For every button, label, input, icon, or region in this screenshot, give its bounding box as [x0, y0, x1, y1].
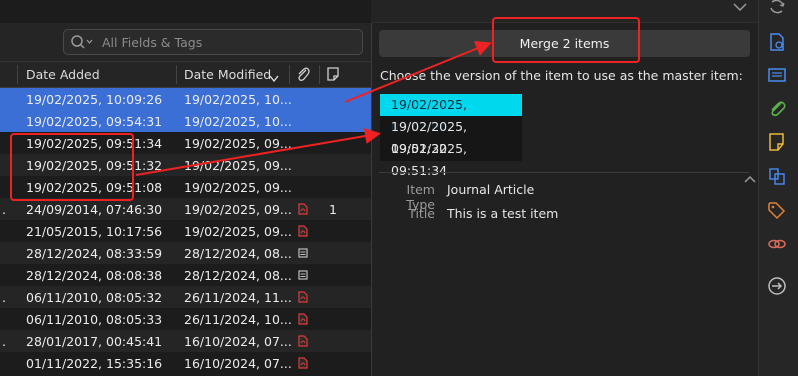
- column-date-modified[interactable]: Date Modified: [184, 67, 271, 82]
- search-placeholder: All Fields & Tags: [102, 35, 203, 50]
- item-pane-sidenav: [758, 0, 798, 376]
- pdf-icon[interactable]: [298, 313, 308, 325]
- cell-date-added: 28/01/2017, 00:45:41: [26, 334, 163, 349]
- column-separator: [289, 65, 290, 84]
- notes-icon[interactable]: [766, 131, 788, 153]
- cell-date-modified: 19/02/2025, 09...: [184, 136, 292, 151]
- cell-date-added: 06/11/2010, 08:05:32: [26, 290, 163, 305]
- snapshot-icon[interactable]: [298, 269, 308, 281]
- attachments-icon[interactable]: [766, 98, 788, 120]
- chevron-down-icon[interactable]: [733, 0, 747, 12]
- version-list[interactable]: 19/02/2025, 09:51:08 19/02/2025, 09:51:32…: [380, 94, 522, 178]
- search-icon: [70, 34, 93, 50]
- column-header: Date Added Date Modified: [0, 62, 371, 88]
- version-option[interactable]: 19/02/2025, 09:51:32: [380, 116, 522, 156]
- cell-date-modified: 26/11/2024, 10...: [184, 312, 292, 327]
- table-row[interactable]: . 24/09/2014, 07:46:30 19/02/2025, 09... 1: [0, 198, 371, 220]
- cell-date-modified: 19/02/2025, 10...: [184, 114, 292, 129]
- row-leading-text: .: [2, 334, 6, 349]
- table-row[interactable]: 19/02/2025, 09:54:31 19/02/2025, 10...: [0, 110, 371, 132]
- pdf-icon[interactable]: [298, 225, 308, 237]
- cell-date-added: 19/02/2025, 09:54:31: [26, 114, 163, 129]
- cell-date-modified: 16/10/2024, 07...: [184, 356, 292, 371]
- table-row[interactable]: . 28/01/2017, 00:45:41 16/10/2024, 07...: [0, 330, 371, 352]
- column-separator: [319, 65, 320, 84]
- chevron-up-icon[interactable]: [743, 172, 757, 183]
- libraries-collections-icon[interactable]: [766, 165, 788, 187]
- sync-icon[interactable]: [766, 0, 788, 18]
- column-date-added[interactable]: Date Added: [26, 67, 100, 82]
- cell-date-modified: 19/02/2025, 09...: [184, 158, 292, 173]
- row-leading-text: .: [2, 202, 6, 217]
- annotation-box-merge-button: [492, 17, 640, 63]
- cell-date-added: 28/12/2024, 08:08:38: [26, 268, 163, 283]
- cell-date-added: 19/02/2025, 10:09:26: [26, 92, 163, 107]
- cell-date-modified: 16/10/2024, 07...: [184, 334, 292, 349]
- table-row[interactable]: 21/05/2015, 10:17:56 19/02/2025, 09...: [0, 220, 371, 242]
- pdf-icon[interactable]: [298, 335, 308, 347]
- row-leading-text: .: [2, 290, 6, 305]
- cell-date-added: 06/11/2010, 08:05:33: [26, 312, 163, 327]
- notes-column-icon[interactable]: [326, 66, 340, 85]
- cell-date-modified: 19/02/2025, 10...: [184, 92, 292, 107]
- item-type-value[interactable]: Journal Article: [447, 182, 534, 197]
- column-separator: [17, 65, 18, 84]
- cell-date-added: 21/05/2015, 10:17:56: [26, 224, 163, 239]
- merge-instruction: Choose the version of the item to use as…: [380, 68, 743, 83]
- table-row[interactable]: 06/11/2010, 08:05:33 26/11/2024, 10...: [0, 308, 371, 330]
- cell-date-added: 01/11/2022, 15:35:16: [26, 356, 163, 371]
- cell-date-modified: 28/12/2024, 08...: [184, 268, 292, 283]
- table-row[interactable]: 28/12/2024, 08:33:59 28/12/2024, 08...: [0, 242, 371, 264]
- table-row[interactable]: 19/02/2025, 10:09:26 19/02/2025, 10...: [0, 88, 371, 110]
- info-icon[interactable]: [766, 31, 788, 53]
- pdf-icon[interactable]: [298, 291, 308, 303]
- table-row[interactable]: 01/11/2022, 15:35:16 16/10/2024, 07...: [0, 352, 371, 374]
- related-icon[interactable]: [766, 233, 788, 255]
- search-input[interactable]: All Fields & Tags: [63, 29, 363, 55]
- cell-date-added: 28/12/2024, 08:33:59: [26, 246, 163, 261]
- snapshot-icon[interactable]: [298, 247, 308, 259]
- version-option[interactable]: 19/02/2025, 09:51:34: [380, 138, 522, 178]
- cell-date-modified: 19/02/2025, 09...: [184, 180, 292, 195]
- attachment-column-icon[interactable]: [296, 66, 310, 85]
- pdf-icon[interactable]: [298, 357, 308, 369]
- sort-chevron-down-icon: [269, 71, 279, 86]
- cell-date-modified: 19/02/2025, 09...: [184, 224, 292, 239]
- abstract-icon[interactable]: [766, 64, 788, 86]
- cell-date-modified: 26/11/2024, 11...: [184, 290, 292, 305]
- locate-icon[interactable]: [766, 275, 788, 297]
- cell-date-modified: 28/12/2024, 08...: [184, 246, 292, 261]
- cell-date-added: 24/09/2014, 07:46:30: [26, 202, 163, 217]
- table-row[interactable]: . 06/11/2010, 08:05:32 26/11/2024, 11...: [0, 286, 371, 308]
- title-label: Title: [408, 206, 435, 221]
- cell-date-modified: 19/02/2025, 09...: [184, 202, 292, 217]
- cell-notes-count: 1: [329, 202, 337, 217]
- tags-icon[interactable]: [766, 199, 788, 221]
- version-option[interactable]: 19/02/2025, 09:51:08: [380, 94, 522, 134]
- title-value[interactable]: This is a test item: [447, 206, 558, 221]
- section-divider: [379, 172, 749, 173]
- pdf-icon[interactable]: [298, 203, 308, 215]
- column-separator: [176, 65, 177, 84]
- table-row[interactable]: 28/12/2024, 08:08:38 28/12/2024, 08...: [0, 264, 371, 286]
- annotation-box-duplicates: [10, 133, 134, 201]
